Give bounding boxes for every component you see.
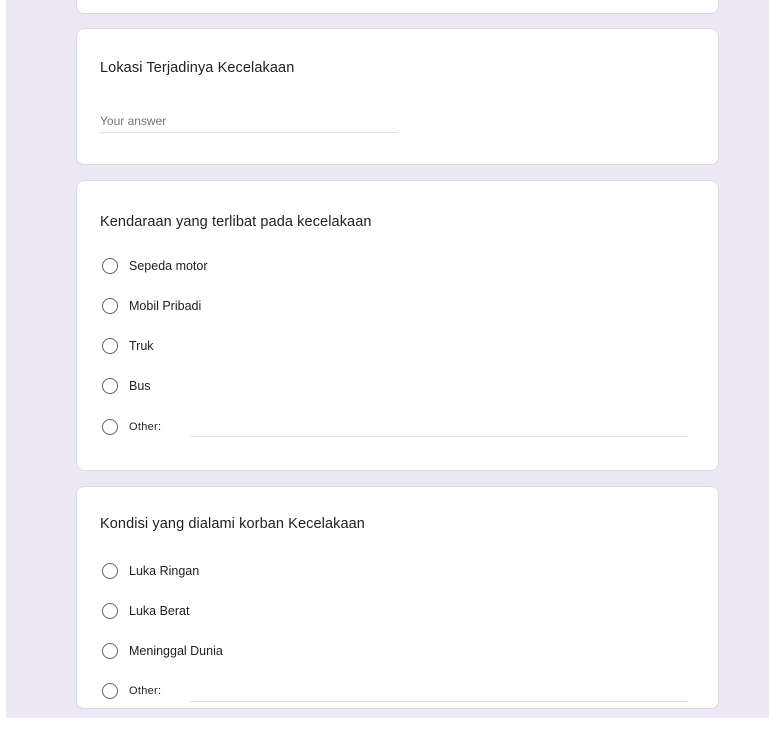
previous-question-card bbox=[76, 0, 719, 14]
question-card-kendaraan: Kendaraan yang terlibat pada kecelakaan … bbox=[76, 180, 719, 471]
option-label: Mobil Pribadi bbox=[129, 299, 202, 313]
question-card-kondisi: Kondisi yang dialami korban Kecelakaan L… bbox=[76, 486, 719, 709]
question-card-lokasi: Lokasi Terjadinya Kecelakaan bbox=[76, 28, 719, 165]
radio-button-icon[interactable] bbox=[102, 643, 118, 659]
radio-button-icon[interactable] bbox=[102, 378, 118, 394]
question-title: Lokasi Terjadinya Kecelakaan bbox=[100, 60, 295, 76]
radio-button-icon[interactable] bbox=[102, 603, 118, 619]
option-label: Luka Berat bbox=[129, 604, 190, 618]
radio-button-icon[interactable] bbox=[102, 298, 118, 314]
option-label: Luka Ringan bbox=[129, 564, 200, 578]
answer-input[interactable] bbox=[100, 109, 398, 133]
radio-button-icon[interactable] bbox=[102, 419, 118, 435]
other-text-input[interactable] bbox=[190, 415, 688, 437]
radio-button-icon[interactable] bbox=[102, 683, 118, 699]
radio-option-sepeda-motor[interactable]: Sepeda motor bbox=[102, 256, 208, 276]
radio-option-other[interactable]: Other: bbox=[102, 417, 161, 437]
radio-option-luka-berat[interactable]: Luka Berat bbox=[102, 601, 189, 621]
radio-option-bus[interactable]: Bus bbox=[102, 376, 151, 396]
radio-button-icon[interactable] bbox=[102, 258, 118, 274]
option-label: Other: bbox=[129, 685, 162, 697]
option-label: Truk bbox=[129, 339, 154, 353]
radio-option-luka-ringan[interactable]: Luka Ringan bbox=[102, 561, 199, 581]
radio-option-meninggal-dunia[interactable]: Meninggal Dunia bbox=[102, 641, 223, 661]
radio-option-other[interactable]: Other: bbox=[102, 681, 161, 701]
other-text-input[interactable] bbox=[190, 680, 688, 702]
question-title: Kondisi yang dialami korban Kecelakaan bbox=[100, 516, 365, 532]
radio-option-mobil-pribadi[interactable]: Mobil Pribadi bbox=[102, 296, 201, 316]
option-label: Meninggal Dunia bbox=[129, 644, 223, 658]
radio-option-truk[interactable]: Truk bbox=[102, 336, 154, 356]
question-title: Kendaraan yang terlibat pada kecelakaan bbox=[100, 214, 372, 230]
option-label: Bus bbox=[129, 379, 151, 393]
option-label: Other: bbox=[129, 421, 162, 433]
radio-button-icon[interactable] bbox=[102, 563, 118, 579]
radio-button-icon[interactable] bbox=[102, 338, 118, 354]
option-label: Sepeda motor bbox=[129, 259, 208, 273]
